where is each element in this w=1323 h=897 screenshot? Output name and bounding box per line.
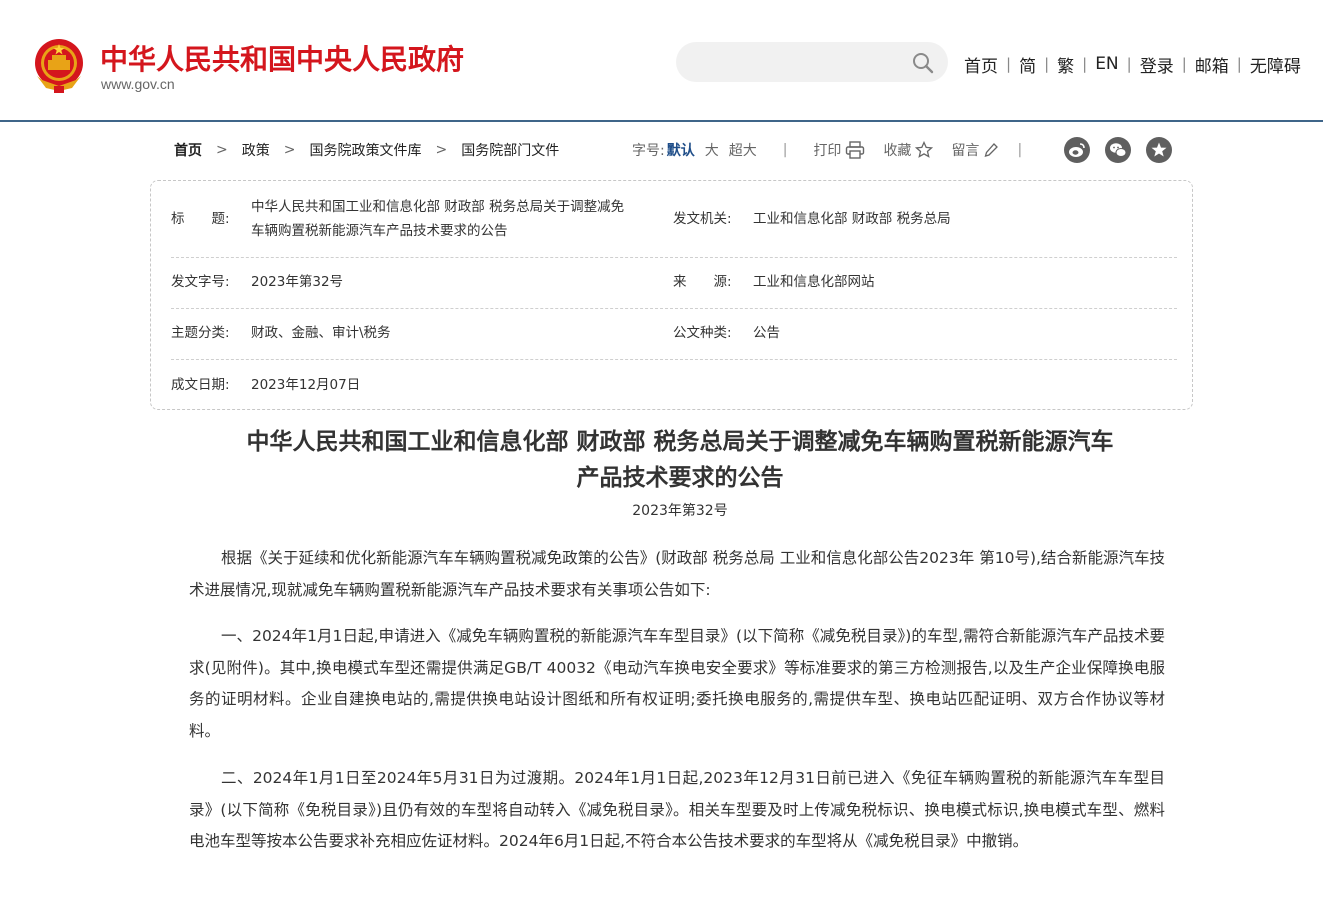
- nav-login[interactable]: 登录: [1140, 52, 1174, 77]
- national-emblem-icon[interactable]: [32, 36, 86, 94]
- favorite-button[interactable]: 收藏: [883, 140, 934, 160]
- header-divider: [0, 120, 1323, 122]
- meta-source-value: 工业和信息化部网站: [753, 274, 875, 290]
- breadcrumb-home[interactable]: 首页: [174, 140, 202, 160]
- meta-row-docno: 发文字号: 2023年第32号 来 源: 工业和信息化部网站: [171, 257, 1177, 309]
- font-size-label: 字号:: [632, 143, 665, 159]
- tools-divider: |: [1017, 142, 1023, 158]
- nav-separator: |: [1236, 55, 1242, 73]
- nav-accessibility[interactable]: 无障碍: [1250, 52, 1301, 77]
- chevron-right-icon: >: [216, 142, 228, 158]
- nav-separator: |: [1006, 55, 1012, 73]
- wechat-share-button[interactable]: [1105, 137, 1131, 163]
- meta-title-value-line1: 中华人民共和国工业和信息化部 财政部 税务总局关于调整减免: [251, 199, 625, 215]
- chevron-right-icon: >: [435, 142, 448, 158]
- nav-english[interactable]: EN: [1095, 54, 1118, 74]
- meta-source-label: 来 源:: [673, 274, 732, 290]
- print-button[interactable]: 打印: [813, 140, 865, 160]
- nav-separator: |: [1126, 55, 1132, 73]
- nav-separator: |: [1082, 55, 1088, 73]
- meta-title-value-line2: 车辆购置税新能源汽车产品技术要求的公告: [251, 223, 508, 239]
- search-input[interactable]: [692, 50, 906, 76]
- meta-category-value: 财政、金融、审计\税务: [251, 325, 391, 341]
- font-size-xlarge[interactable]: 超大: [729, 140, 757, 160]
- article-title-line1: 中华人民共和国工业和信息化部 财政部 税务总局关于调整减免车辆购置税新能源汽车: [246, 428, 1114, 455]
- collect-share-button[interactable]: [1146, 137, 1172, 163]
- font-size-default[interactable]: 默认: [667, 140, 695, 160]
- nav-mail[interactable]: 邮箱: [1195, 52, 1229, 77]
- nav-home[interactable]: 首页: [964, 52, 998, 77]
- site-title[interactable]: 中华人民共和国中央人民政府: [100, 38, 464, 78]
- chevron-right-icon: >: [283, 142, 296, 158]
- star-icon: [1151, 142, 1167, 157]
- article-title-line2: 产品技术要求的公告: [576, 464, 784, 491]
- article-title: 中华人民共和国工业和信息化部 财政部 税务总局关于调整减免车辆购置税新能源汽车 …: [190, 424, 1170, 496]
- site-domain: www.gov.cn: [101, 76, 175, 92]
- breadcrumb-department-docs[interactable]: 国务院部门文件: [461, 140, 559, 160]
- favorite-label: 收藏: [883, 143, 912, 159]
- article-paragraph: 根据《关于延续和优化新能源汽车车辆购置税减免政策的公告》(财政部 税务总局 工业…: [189, 549, 1165, 599]
- weibo-share-button[interactable]: [1064, 137, 1090, 163]
- pencil-icon: [984, 143, 999, 157]
- article-paragraph: 一、2024年1月1日起,申请进入《减免车辆购置税的新能源汽车车型目录》(以下简…: [189, 627, 1165, 740]
- meta-type-value: 公告: [753, 325, 780, 341]
- star-outline-icon: [915, 141, 934, 158]
- article-paragraph: 二、2024年1月1日至2024年5月31日为过渡期。2024年1月1日起,20…: [189, 769, 1165, 850]
- breadcrumb: 首页 > 政策 > 国务院政策文件库 > 国务院部门文件: [174, 140, 559, 160]
- article-number: 2023年第32号: [632, 503, 728, 519]
- nav-simplified[interactable]: 简: [1019, 52, 1036, 77]
- article-tools: 字号: 默认 大 超大 | 打印 收藏 留言 |: [632, 140, 1048, 160]
- meta-row-title: 标 题: 中华人民共和国工业和信息化部 财政部 税务总局关于调整减免 车辆购置税…: [171, 181, 1177, 258]
- document-metadata: 标 题: 中华人民共和国工业和信息化部 财政部 税务总局关于调整减免 车辆购置税…: [150, 180, 1193, 410]
- font-size-large[interactable]: 大: [705, 140, 719, 160]
- search-icon[interactable]: [911, 51, 935, 75]
- meta-date-value: 2023年12月07日: [251, 377, 361, 393]
- comment-label: 留言: [951, 143, 980, 159]
- meta-title-label: 标 题:: [171, 211, 230, 227]
- weibo-icon: [1069, 143, 1085, 157]
- meta-date-label: 成文日期:: [171, 377, 230, 393]
- print-label: 打印: [813, 143, 842, 159]
- breadcrumb-policy-library[interactable]: 国务院政策文件库: [309, 140, 421, 160]
- search-box: [676, 42, 948, 82]
- site-header: 中华人民共和国中央人民政府 www.gov.cn 首页 | 简 | 繁 | EN…: [0, 0, 1323, 120]
- breadcrumb-policy[interactable]: 政策: [242, 140, 270, 160]
- meta-category-label: 主题分类:: [171, 325, 230, 341]
- top-nav: 首页 | 简 | 繁 | EN | 登录 | 邮箱 | 无障碍: [964, 52, 1301, 77]
- nav-traditional[interactable]: 繁: [1057, 52, 1074, 77]
- meta-docno-label: 发文字号:: [171, 274, 230, 290]
- tools-divider: |: [782, 142, 788, 158]
- comment-button[interactable]: 留言: [951, 140, 999, 160]
- meta-type-label: 公文种类:: [673, 325, 732, 341]
- nav-separator: |: [1181, 55, 1187, 73]
- meta-issuer-value: 工业和信息化部 财政部 税务总局: [753, 211, 951, 227]
- nav-separator: |: [1044, 55, 1050, 73]
- meta-issuer-label: 发文机关:: [673, 211, 732, 227]
- meta-row-category: 主题分类: 财政、金融、审计\税务 公文种类: 公告: [171, 308, 1177, 360]
- wechat-icon: [1110, 143, 1127, 157]
- meta-docno-value: 2023年第32号: [251, 274, 344, 290]
- printer-icon: [846, 141, 865, 159]
- meta-row-date: 成文日期: 2023年12月07日: [171, 359, 1177, 409]
